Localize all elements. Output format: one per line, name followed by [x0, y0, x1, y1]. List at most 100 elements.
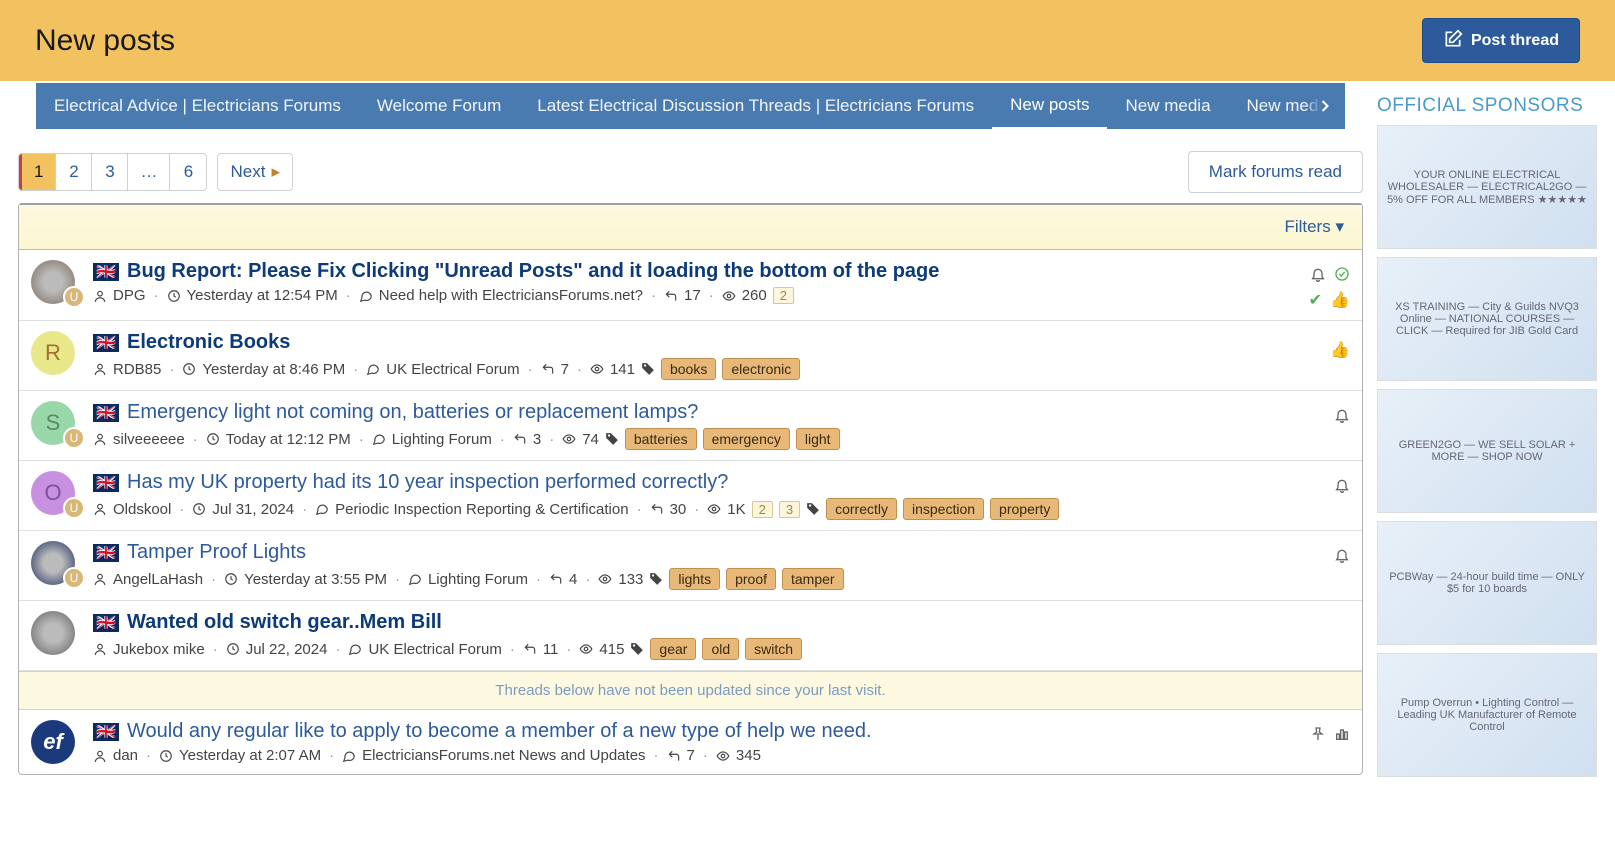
- thread-title-link[interactable]: Would any regular like to apply to becom…: [127, 720, 872, 743]
- view-count: 133: [618, 571, 643, 588]
- filters-toggle[interactable]: Filters ▾: [1284, 217, 1344, 236]
- nav-tab[interactable]: New media: [1107, 84, 1228, 128]
- thread-avatar[interactable]: OU: [31, 471, 79, 515]
- thread-forum[interactable]: UK Electrical Forum: [386, 361, 519, 378]
- thread-forum[interactable]: ElectriciansForums.net News and Updates: [362, 747, 645, 764]
- thread-tag[interactable]: switch: [745, 638, 802, 660]
- thread-time[interactable]: Today at 12:12 PM: [226, 431, 351, 448]
- thread-author[interactable]: Jukebox mike: [113, 641, 205, 658]
- page-next-button[interactable]: Next ▸: [218, 154, 292, 190]
- thread-avatar[interactable]: ef: [31, 720, 79, 764]
- bell-icon[interactable]: [1334, 475, 1350, 496]
- thread-row: OU 🇬🇧Has my UK property had its 10 year …: [19, 461, 1362, 531]
- thread-tag[interactable]: gear: [650, 638, 696, 660]
- thread-title-link[interactable]: Has my UK property had its 10 year inspe…: [127, 471, 728, 494]
- thread-forum[interactable]: Lighting Forum: [392, 431, 492, 448]
- thread-author[interactable]: Oldskool: [113, 501, 171, 518]
- avatar-sub-badge: U: [63, 497, 85, 519]
- sponsor-ad[interactable]: GREEN2GO — WE SELL SOLAR + MORE — SHOP N…: [1377, 389, 1597, 513]
- thread-avatar[interactable]: U: [31, 541, 79, 585]
- thread-tag[interactable]: proof: [726, 568, 776, 590]
- tags-icon: [630, 642, 644, 656]
- thread-time[interactable]: Jul 22, 2024: [246, 641, 328, 658]
- nav-tab[interactable]: Electrical Advice | Electricians Forums: [36, 84, 359, 128]
- poll-icon[interactable]: [1334, 724, 1350, 745]
- thread-tag[interactable]: light: [796, 428, 840, 450]
- user-icon: [93, 502, 107, 516]
- thread-tag[interactable]: correctly: [826, 498, 897, 520]
- thread-time[interactable]: Yesterday at 12:54 PM: [187, 287, 338, 304]
- page-next-label: Next: [230, 162, 265, 182]
- post-thread-button[interactable]: Post thread: [1422, 18, 1580, 63]
- thread-title-link[interactable]: Emergency light not coming on, batteries…: [127, 401, 698, 424]
- eye-icon: [598, 572, 612, 586]
- clock-icon: [224, 572, 238, 586]
- page-button[interactable]: 1: [19, 154, 56, 190]
- thread-title-link[interactable]: Wanted old switch gear..Mem Bill: [127, 611, 442, 634]
- view-count: 260: [742, 287, 767, 304]
- thread-tag[interactable]: lights: [669, 568, 720, 590]
- page-button[interactable]: 6: [170, 154, 206, 190]
- sponsor-ad[interactable]: PCBWay — 24-hour build time — ONLY $5 fo…: [1377, 521, 1597, 645]
- thread-time[interactable]: Yesterday at 3:55 PM: [244, 571, 387, 588]
- tags-icon: [641, 362, 655, 376]
- thread-tag[interactable]: old: [702, 638, 739, 660]
- page-button[interactable]: …: [128, 154, 170, 190]
- unread-separator: Threads below have not been updated sinc…: [19, 671, 1362, 710]
- caret-down-icon: ▾: [1335, 217, 1344, 236]
- nav-tab[interactable]: New posts: [992, 83, 1107, 129]
- page-indicator[interactable]: 2: [773, 287, 794, 304]
- thread-tag[interactable]: electronic: [722, 358, 800, 380]
- thread-tag[interactable]: books: [661, 358, 716, 380]
- bell-icon[interactable]: [1310, 264, 1326, 285]
- page-button[interactable]: 3: [92, 154, 128, 190]
- thread-forum[interactable]: Lighting Forum: [428, 571, 528, 588]
- thread-author[interactable]: RDB85: [113, 361, 161, 378]
- user-icon: [93, 572, 107, 586]
- thread-tag[interactable]: inspection: [903, 498, 984, 520]
- thread-forum[interactable]: UK Electrical Forum: [368, 641, 501, 658]
- thread-forum[interactable]: Need help with ElectriciansForums.net?: [379, 287, 643, 304]
- thread-title-link[interactable]: Bug Report: Please Fix Clicking "Unread …: [127, 260, 939, 283]
- page-indicator[interactable]: 3: [779, 501, 800, 518]
- thread-row: R 🇬🇧Electronic Books RDB85 Yesterday at …: [19, 321, 1362, 391]
- user-icon: [93, 362, 107, 376]
- view-count: 415: [599, 641, 624, 658]
- thread-title-link[interactable]: Tamper Proof Lights: [127, 541, 306, 564]
- thread-author[interactable]: dan: [113, 747, 138, 764]
- clock-icon: [226, 642, 240, 656]
- thread-avatar[interactable]: [31, 611, 79, 655]
- thread-author[interactable]: DPG: [113, 287, 146, 304]
- thread-tag[interactable]: batteries: [625, 428, 697, 450]
- thread-avatar[interactable]: SU: [31, 401, 79, 445]
- thread-forum[interactable]: Periodic Inspection Reporting & Certific…: [335, 501, 628, 518]
- thread-tag[interactable]: property: [990, 498, 1059, 520]
- nav-tab[interactable]: Welcome Forum: [359, 84, 519, 128]
- reply-count: 30: [670, 501, 687, 518]
- thread-time[interactable]: Yesterday at 8:46 PM: [202, 361, 345, 378]
- sponsor-ad[interactable]: Pump Overrun • Lighting Control — Leadin…: [1377, 653, 1597, 777]
- thread-tag[interactable]: emergency: [703, 428, 790, 450]
- check-circle-icon[interactable]: [1334, 264, 1350, 285]
- reply-icon: [541, 362, 555, 376]
- mark-forums-read-button[interactable]: Mark forums read: [1188, 151, 1363, 193]
- page-indicator[interactable]: 2: [752, 501, 773, 518]
- avatar-sub-badge: U: [63, 567, 85, 589]
- thread-time[interactable]: Jul 31, 2024: [212, 501, 294, 518]
- nav-tab[interactable]: Latest Electrical Discussion Threads | E…: [519, 84, 992, 128]
- bell-icon[interactable]: [1334, 545, 1350, 566]
- thread-tag[interactable]: tamper: [782, 568, 844, 590]
- sponsor-ad[interactable]: XS TRAINING — City & Guilds NVQ3 Online …: [1377, 257, 1597, 381]
- nav-scroll-right[interactable]: [1305, 83, 1345, 129]
- bell-icon[interactable]: [1334, 405, 1350, 426]
- thread-title-link[interactable]: Electronic Books: [127, 331, 290, 354]
- thread-time[interactable]: Yesterday at 2:07 AM: [179, 747, 321, 764]
- thread-author[interactable]: AngelLaHash: [113, 571, 203, 588]
- pin-icon[interactable]: [1310, 724, 1326, 745]
- thread-author[interactable]: silveeeeee: [113, 431, 185, 448]
- sponsor-ad[interactable]: YOUR ONLINE ELECTRICAL WHOLESALER — ELEC…: [1377, 125, 1597, 249]
- page-button[interactable]: 2: [56, 154, 92, 190]
- thread-avatar[interactable]: U: [31, 260, 79, 304]
- thread-avatar[interactable]: R: [31, 331, 79, 375]
- thread-status-icons: ✔👍: [1309, 260, 1350, 310]
